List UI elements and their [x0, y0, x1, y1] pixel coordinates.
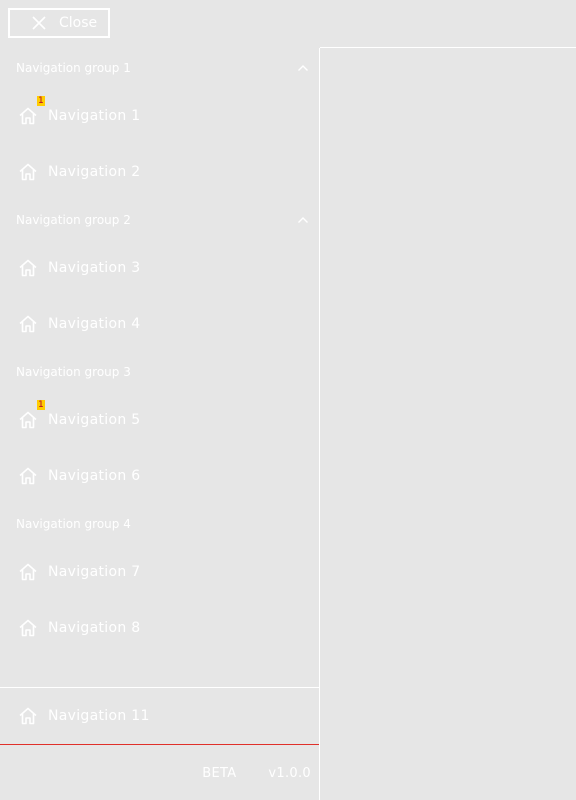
nav-item-navigation-2[interactable]: Navigation 2	[0, 144, 319, 200]
nav-item-navigation-8[interactable]: Navigation 8	[0, 600, 319, 656]
nav-item-navigation-4[interactable]: Navigation 4	[0, 296, 319, 352]
nav-group-title: Navigation group 4	[16, 517, 131, 531]
nav-group-title: Navigation group 3	[16, 365, 131, 379]
close-button-label: Close	[59, 15, 98, 31]
notification-badge: 1	[37, 400, 46, 410]
home-icon	[18, 562, 38, 582]
nav-item-label: Navigation 7	[48, 564, 141, 580]
home-icon	[18, 314, 38, 334]
nav-group-header-1[interactable]: Navigation group 1	[0, 48, 319, 88]
chevron-up-icon[interactable]	[297, 62, 309, 74]
chevron-up-icon[interactable]	[297, 214, 309, 226]
home-icon	[18, 466, 38, 486]
notification-badge: 1	[37, 96, 46, 106]
nav-item-navigation-5[interactable]: 1 Navigation 5	[0, 392, 319, 448]
nav-item-label: Navigation 5	[48, 412, 141, 428]
nav-item-navigation-6[interactable]: Navigation 6	[0, 448, 319, 504]
nav-item-label: Navigation 1	[48, 108, 141, 124]
close-icon	[31, 15, 47, 31]
drawer-bottom: Navigation 11 BETA v1.0.0	[0, 687, 319, 800]
nav-item-label: Navigation 4	[48, 316, 141, 332]
nav-item-navigation-1[interactable]: 1 Navigation 1	[0, 88, 319, 144]
nav-item-label: Navigation 3	[48, 260, 141, 276]
home-icon	[18, 618, 38, 638]
content-pane	[320, 47, 576, 800]
nav-item-navigation-7[interactable]: Navigation 7	[0, 544, 319, 600]
nav-group-header-4: Navigation group 4	[0, 504, 319, 544]
home-icon	[18, 258, 38, 278]
nav-item-label: Navigation 8	[48, 620, 141, 636]
nav-group-title: Navigation group 1	[16, 61, 131, 75]
version-label: v1.0.0	[268, 765, 311, 781]
nav-item-label: Navigation 11	[48, 708, 150, 724]
home-icon	[18, 706, 38, 726]
nav-group-header-2[interactable]: Navigation group 2	[0, 200, 319, 240]
nav-item-label: Navigation 6	[48, 468, 141, 484]
nav-item-navigation-3[interactable]: Navigation 3	[0, 240, 319, 296]
beta-label: BETA	[202, 765, 237, 781]
home-icon	[18, 410, 38, 430]
app-page: Close Navigation group 1 1 Navigation 1 …	[0, 0, 576, 800]
nav-group-title: Navigation group 2	[16, 213, 131, 227]
home-icon	[18, 162, 38, 182]
navigation-drawer: Navigation group 1 1 Navigation 1 Naviga…	[0, 48, 320, 800]
nav-item-label: Navigation 2	[48, 164, 141, 180]
home-icon	[18, 106, 38, 126]
nav-item-navigation-11[interactable]: Navigation 11	[0, 688, 319, 744]
nav-group-header-3: Navigation group 3	[0, 352, 319, 392]
close-button[interactable]: Close	[8, 8, 110, 38]
drawer-footer: BETA v1.0.0	[0, 745, 319, 800]
